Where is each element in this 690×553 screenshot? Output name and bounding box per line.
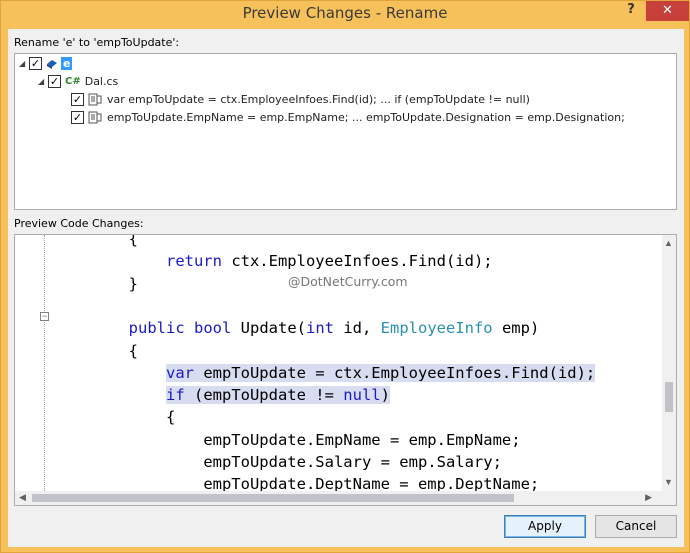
code-token: return	[165, 252, 222, 271]
item-checkbox[interactable]: ✓	[71, 93, 84, 106]
changes-tree[interactable]: ◢ ✓ e ◢ ✓ C# Dal.cs ✓ var empToUpdate = …	[14, 53, 677, 210]
code-token: ctx.EmployeeInfoes.Find(id);	[221, 252, 493, 271]
code-line: {	[54, 340, 138, 362]
preview-changes-dialog: Preview Changes - Rename ? ✕ Rename 'e' …	[0, 0, 690, 553]
code-token: if	[165, 386, 185, 405]
preview-label: Preview Code Changes:	[14, 217, 144, 230]
code-line: empToUpdate.Salary = emp.Salary;	[54, 451, 502, 473]
code-token: int	[305, 319, 334, 338]
fold-guide	[44, 235, 45, 491]
tree-item-label: empToUpdate.EmpName = emp.EmpName; ... e…	[107, 111, 625, 124]
code-token: {	[128, 341, 138, 360]
code-token: empToUpdate.EmpName = emp.EmpName;	[203, 430, 521, 449]
code-line: {	[54, 235, 138, 250]
scroll-left-icon[interactable]: ◀	[19, 492, 26, 503]
tree-file-row[interactable]: ◢ ✓ C# Dal.cs	[38, 73, 118, 90]
code-line: empToUpdate.DeptName = emp.DeptName;	[54, 473, 539, 491]
code-line: {	[54, 406, 175, 428]
scroll-right-icon[interactable]: ▶	[645, 492, 652, 503]
tree-file-label: Dal.cs	[84, 75, 119, 88]
dialog-body: Rename 'e' to 'empToUpdate': ◢ ✓ e ◢ ✓ C…	[8, 29, 684, 547]
vertical-scroll-thumb[interactable]	[665, 382, 673, 412]
collapse-region-icon[interactable]: −	[40, 312, 49, 321]
rename-label: Rename 'e' to 'empToUpdate':	[14, 36, 180, 49]
title-bar: Preview Changes - Rename ? ✕	[1, 1, 689, 27]
code-token: bool	[194, 319, 232, 338]
code-token: )	[380, 386, 390, 405]
item-checkbox[interactable]: ✓	[71, 111, 84, 124]
code-token: {	[128, 235, 138, 248]
tree-item-row[interactable]: ✓ empToUpdate.EmpName = emp.EmpName; ...…	[71, 109, 625, 126]
tree-root-label: e	[61, 57, 73, 70]
code-snippet-icon	[88, 111, 102, 124]
watermark: @DotNetCurry.com	[288, 274, 408, 289]
code-token: id,	[333, 319, 381, 338]
code-token: null	[343, 386, 381, 405]
code-line: if (empToUpdate != null)	[54, 384, 390, 406]
tree-root-row[interactable]: ◢ ✓ e	[19, 55, 73, 72]
horizontal-scrollbar[interactable]: ◀ ▶	[15, 491, 662, 505]
root-checkbox[interactable]: ✓	[29, 57, 42, 70]
code-line: return ctx.EmployeeInfoes.Find(id);	[54, 250, 493, 272]
code-snippet-icon	[88, 93, 102, 106]
horizontal-scroll-thumb[interactable]	[32, 494, 514, 502]
collapse-icon[interactable]: ◢	[19, 59, 29, 68]
code-token: (empToUpdate !=	[184, 386, 344, 405]
code-preview-panel: − @DotNetCurry.com { return ctx.Employee…	[14, 234, 677, 506]
scroll-up-icon[interactable]: ▲	[664, 238, 673, 248]
scrollbar-corner	[662, 491, 676, 505]
code-token: Update(	[231, 319, 306, 338]
code-token: empToUpdate.Salary = emp.Salary;	[203, 453, 502, 471]
apply-button[interactable]: Apply	[504, 515, 586, 538]
code-token: var	[165, 363, 194, 382]
scroll-down-icon[interactable]: ▼	[664, 477, 673, 487]
code-token: EmployeeInfo	[380, 319, 493, 338]
code-token: {	[165, 408, 176, 427]
code-line: empToUpdate.EmpName = emp.EmpName;	[54, 429, 521, 451]
code-token: empToUpdate.DeptName = emp.DeptName;	[203, 475, 540, 491]
csharp-file-icon: C#	[65, 76, 81, 87]
code-token: }	[128, 274, 138, 293]
cancel-button[interactable]: Cancel	[595, 515, 677, 538]
namespace-icon	[47, 60, 57, 69]
vertical-scrollbar[interactable]: ▲ ▼	[662, 235, 676, 491]
tree-item-row[interactable]: ✓ var empToUpdate = ctx.EmployeeInfoes.F…	[71, 91, 530, 108]
code-line: }	[54, 273, 138, 295]
code-token: empToUpdate = ctx.EmployeeInfoes.Find(id…	[193, 363, 596, 382]
window-title: Preview Changes - Rename	[242, 4, 448, 22]
code-token: public	[128, 319, 185, 338]
code-line: var empToUpdate = ctx.EmployeeInfoes.Fin…	[54, 362, 596, 384]
help-button[interactable]: ?	[621, 2, 641, 22]
code-line: public bool Update(int id, EmployeeInfo …	[54, 317, 540, 339]
collapse-icon[interactable]: ◢	[38, 77, 48, 86]
close-button[interactable]: ✕	[646, 1, 689, 21]
tree-item-label: var empToUpdate = ctx.EmployeeInfoes.Fin…	[107, 93, 530, 106]
file-checkbox[interactable]: ✓	[48, 75, 61, 88]
code-editor[interactable]: − @DotNetCurry.com { return ctx.Employee…	[15, 235, 662, 491]
code-token: emp)	[492, 319, 540, 338]
